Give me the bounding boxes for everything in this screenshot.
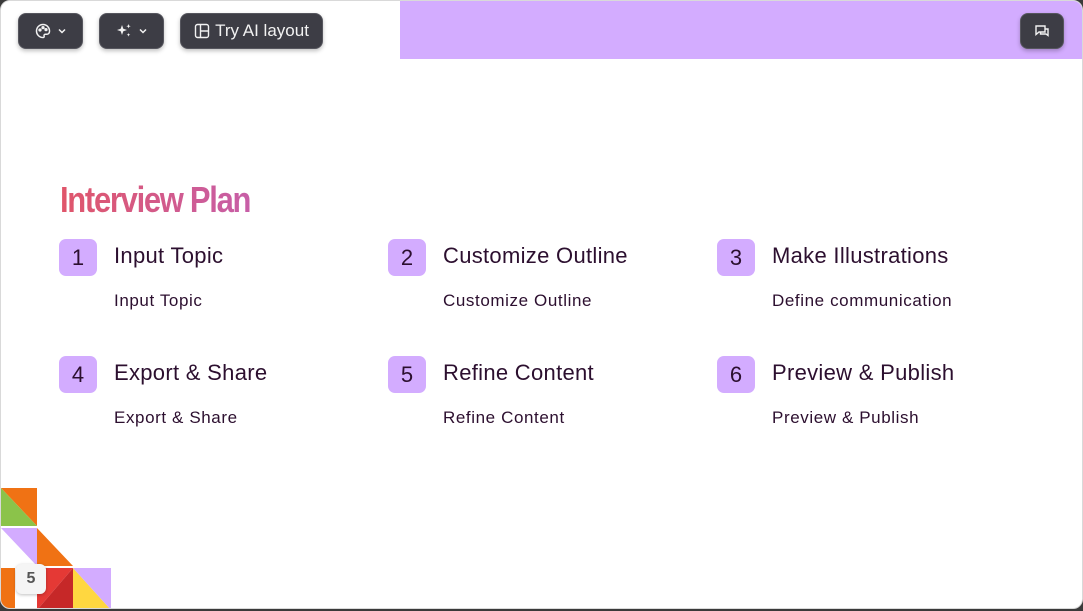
header-accent-band xyxy=(400,1,1082,59)
step-heading[interactable]: Input Topic xyxy=(114,243,223,269)
step-card[interactable]: 3 Make Illustrations Define communicatio… xyxy=(717,239,1017,319)
page-number-badge: 5 xyxy=(16,564,46,594)
step-description[interactable]: Input Topic xyxy=(114,291,203,311)
chevron-down-icon xyxy=(57,26,67,36)
chat-button[interactable] xyxy=(1020,13,1064,49)
step-heading[interactable]: Customize Outline xyxy=(443,243,628,269)
step-card[interactable]: 4 Export & Share Export & Share xyxy=(59,356,359,436)
chat-icon xyxy=(1034,23,1050,39)
ai-tools-dropdown-button[interactable] xyxy=(99,13,164,49)
step-card[interactable]: 2 Customize Outline Customize Outline xyxy=(388,239,688,319)
slide-title[interactable]: Interview Plan xyxy=(60,179,251,221)
step-heading[interactable]: Refine Content xyxy=(443,360,594,386)
step-number: 1 xyxy=(59,239,97,276)
step-number: 5 xyxy=(388,356,426,393)
step-number: 4 xyxy=(59,356,97,393)
try-ai-layout-label: Try AI layout xyxy=(215,21,309,40)
step-description[interactable]: Export & Share xyxy=(114,408,238,428)
step-description[interactable]: Define communication xyxy=(772,291,952,311)
chevron-down-icon xyxy=(138,26,148,36)
layout-icon xyxy=(194,23,210,39)
sparkles-icon xyxy=(116,23,132,39)
theme-dropdown-button[interactable] xyxy=(18,13,83,49)
step-description[interactable]: Preview & Publish xyxy=(772,408,919,428)
step-number: 2 xyxy=(388,239,426,276)
step-heading[interactable]: Make Illustrations xyxy=(772,243,949,269)
step-description[interactable]: Refine Content xyxy=(443,408,565,428)
step-description[interactable]: Customize Outline xyxy=(443,291,592,311)
palette-icon xyxy=(35,23,51,39)
step-card[interactable]: 6 Preview & Publish Preview & Publish xyxy=(717,356,1017,436)
step-number: 3 xyxy=(717,239,755,276)
step-card[interactable]: 5 Refine Content Refine Content xyxy=(388,356,688,436)
step-number: 6 xyxy=(717,356,755,393)
step-heading[interactable]: Export & Share xyxy=(114,360,267,386)
try-ai-layout-button[interactable]: Try AI layout xyxy=(180,13,323,49)
slide-canvas[interactable]: Interview Plan 1 Input Topic Input Topic… xyxy=(0,0,1083,609)
step-heading[interactable]: Preview & Publish xyxy=(772,360,954,386)
step-card[interactable]: 1 Input Topic Input Topic xyxy=(59,239,359,319)
